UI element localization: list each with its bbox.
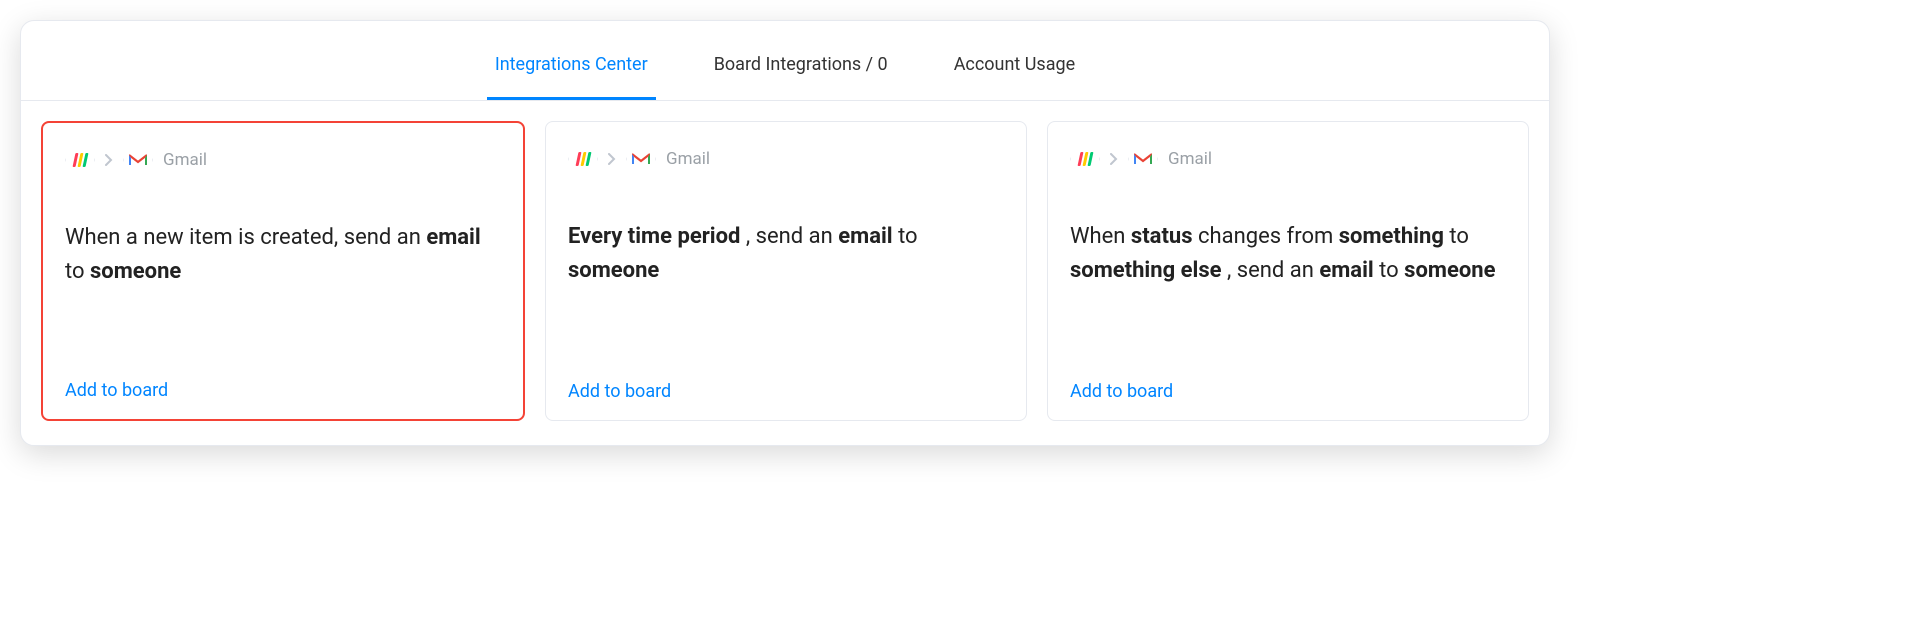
recipe-token: something else bbox=[1070, 258, 1222, 283]
recipe-text-fragment: , send an bbox=[740, 224, 838, 249]
tab-account-usage[interactable]: Account Usage bbox=[946, 28, 1083, 100]
recipe-text-fragment: changes from bbox=[1193, 224, 1339, 249]
tab-integrations-center[interactable]: Integrations Center bbox=[487, 28, 656, 100]
integration-name: Gmail bbox=[163, 150, 207, 170]
add-to-board-link[interactable]: Add to board bbox=[65, 380, 501, 401]
recipe-text-fragment: to bbox=[1374, 258, 1404, 283]
recipe-token: someone bbox=[1404, 258, 1495, 283]
recipe-text: When a new item is created, send an emai… bbox=[65, 221, 501, 289]
recipe-token: email bbox=[1319, 258, 1373, 283]
tabs-bar: Integrations Center Board Integrations /… bbox=[21, 21, 1549, 101]
tab-board-integrations[interactable]: Board Integrations / 0 bbox=[706, 28, 896, 100]
recipe-card[interactable]: Gmail When a new item is created, send a… bbox=[41, 121, 525, 421]
recipe-text-fragment: to bbox=[65, 259, 90, 284]
recipe-token: Every time period bbox=[568, 224, 740, 249]
recipe-text-fragment: When a new item is created, send an bbox=[65, 225, 426, 250]
chevron-right-icon bbox=[105, 151, 113, 170]
recipe-cards: Gmail When a new item is created, send a… bbox=[21, 101, 1549, 445]
add-to-board-link[interactable]: Add to board bbox=[568, 381, 1004, 402]
recipe-text: When status changes from something to so… bbox=[1070, 220, 1506, 288]
monday-icon bbox=[1070, 142, 1100, 176]
gmail-icon bbox=[1128, 142, 1158, 176]
monday-icon bbox=[65, 143, 95, 177]
chevron-right-icon bbox=[1110, 150, 1118, 169]
recipe-token: email bbox=[426, 225, 480, 250]
add-to-board-link[interactable]: Add to board bbox=[1070, 381, 1506, 402]
recipe-token: status bbox=[1131, 224, 1193, 249]
recipe-text-fragment: , send an bbox=[1222, 258, 1320, 283]
integration-breadcrumb: Gmail bbox=[1070, 142, 1506, 176]
recipe-token: email bbox=[838, 224, 892, 249]
recipe-card[interactable]: Gmail When status changes from something… bbox=[1047, 121, 1529, 421]
recipe-text-fragment: to bbox=[893, 224, 918, 249]
recipe-text-fragment: When bbox=[1070, 224, 1131, 249]
recipe-card[interactable]: Gmail Every time period , send an email … bbox=[545, 121, 1027, 421]
gmail-icon bbox=[626, 142, 656, 176]
chevron-right-icon bbox=[608, 150, 616, 169]
integrations-panel: Integrations Center Board Integrations /… bbox=[20, 20, 1550, 446]
recipe-text: Every time period , send an email to som… bbox=[568, 220, 1004, 288]
integration-name: Gmail bbox=[1168, 149, 1212, 169]
gmail-icon bbox=[123, 143, 153, 177]
integration-name: Gmail bbox=[666, 149, 710, 169]
recipe-token: something bbox=[1339, 224, 1444, 249]
recipe-text-fragment: to bbox=[1444, 224, 1469, 249]
integration-breadcrumb: Gmail bbox=[568, 142, 1004, 176]
integration-breadcrumb: Gmail bbox=[65, 143, 501, 177]
monday-icon bbox=[568, 142, 598, 176]
recipe-token: someone bbox=[568, 258, 659, 283]
recipe-token: someone bbox=[90, 259, 181, 284]
